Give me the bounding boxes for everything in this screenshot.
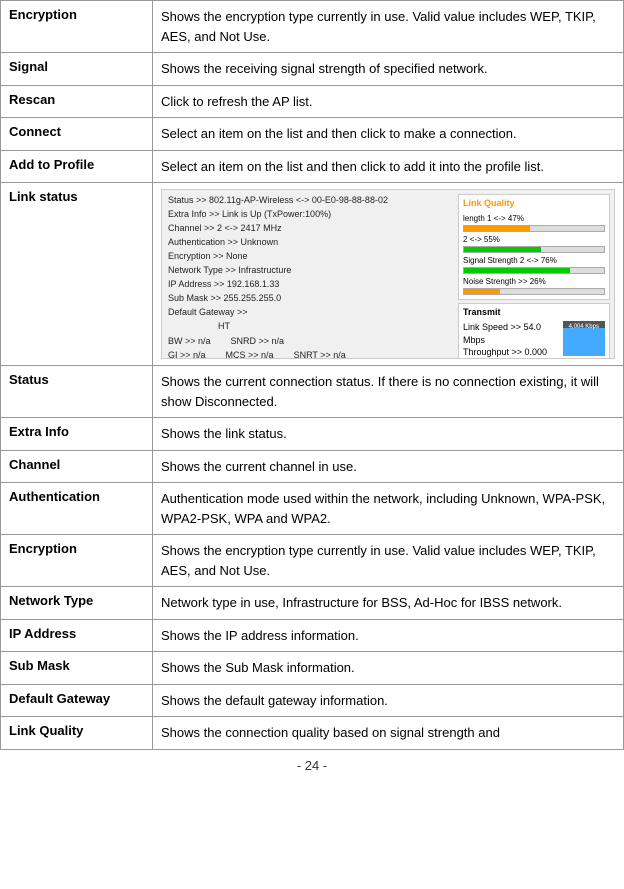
row-label-signal: Signal [1, 53, 153, 86]
page-container: EncryptionShows the encryption type curr… [0, 0, 624, 781]
table-row: Sub MaskShows the Sub Mask information. [1, 652, 624, 685]
table-row: Add to ProfileSelect an item on the list… [1, 150, 624, 183]
table-row: Extra InfoShows the link status. [1, 418, 624, 451]
transmit-box: TransmitLink Speed >> 54.0 MbpsThroughpu… [458, 303, 610, 360]
row-value-sub-mask: Shows the Sub Mask information. [153, 652, 624, 685]
row-value-channel: Shows the current channel in use. [153, 450, 624, 483]
table-row: AuthenticationAuthentication mode used w… [1, 483, 624, 535]
table-row: Default GatewayShows the default gateway… [1, 684, 624, 717]
row-value-network-type: Network type in use, Infrastructure for … [153, 587, 624, 620]
table-row: ChannelShows the current channel in use. [1, 450, 624, 483]
row-label-default-gateway: Default Gateway [1, 684, 153, 717]
row-value-signal: Shows the receiving signal strength of s… [153, 53, 624, 86]
row-value-encryption-top: Shows the encryption type currently in u… [153, 1, 624, 53]
row-label-status: Status [1, 366, 153, 418]
table-row: RescanClick to refresh the AP list. [1, 85, 624, 118]
table-row: ConnectSelect an item on the list and th… [1, 118, 624, 151]
link-quality-box: Link Qualitylength 1 <-> 47%2 <-> 55%Sig… [458, 194, 610, 300]
row-label-ip-address: IP Address [1, 619, 153, 652]
page-footer: - 24 - [0, 750, 624, 781]
row-label-authentication: Authentication [1, 483, 153, 535]
table-row: EncryptionShows the encryption type curr… [1, 1, 624, 53]
link-status-left: Status >> 802.11g-AP-Wireless <-> 00-E0-… [162, 190, 454, 358]
row-label-channel: Channel [1, 450, 153, 483]
row-label-add-to-profile: Add to Profile [1, 150, 153, 183]
content-table: EncryptionShows the encryption type curr… [0, 0, 624, 750]
row-value-authentication: Authentication mode used within the netw… [153, 483, 624, 535]
row-label-sub-mask: Sub Mask [1, 652, 153, 685]
row-value-link-status: Status >> 802.11g-AP-Wireless <-> 00-E0-… [153, 183, 624, 366]
row-label-connect: Connect [1, 118, 153, 151]
row-value-ip-address: Shows the IP address information. [153, 619, 624, 652]
table-row: EncryptionShows the encryption type curr… [1, 535, 624, 587]
row-label-extra-info: Extra Info [1, 418, 153, 451]
row-label-rescan: Rescan [1, 85, 153, 118]
row-value-default-gateway: Shows the default gateway information. [153, 684, 624, 717]
row-value-extra-info: Shows the link status. [153, 418, 624, 451]
row-label-encryption-top: Encryption [1, 1, 153, 53]
row-value-add-to-profile: Select an item on the list and then clic… [153, 150, 624, 183]
link-status-right: Link Qualitylength 1 <-> 47%2 <-> 55%Sig… [454, 190, 614, 358]
row-label-network-type: Network Type [1, 587, 153, 620]
table-row: IP AddressShows the IP address informati… [1, 619, 624, 652]
table-row: Network TypeNetwork type in use, Infrast… [1, 587, 624, 620]
table-row: Link QualityShows the connection quality… [1, 717, 624, 750]
row-value-status: Shows the current connection status. If … [153, 366, 624, 418]
row-label-link-status: Link status [1, 183, 153, 366]
table-row: Link statusStatus >> 802.11g-AP-Wireless… [1, 183, 624, 366]
row-value-link-quality: Shows the connection quality based on si… [153, 717, 624, 750]
table-row: StatusShows the current connection statu… [1, 366, 624, 418]
link-status-image: Status >> 802.11g-AP-Wireless <-> 00-E0-… [161, 189, 615, 359]
row-label-link-quality: Link Quality [1, 717, 153, 750]
row-value-connect: Select an item on the list and then clic… [153, 118, 624, 151]
row-value-encryption: Shows the encryption type currently in u… [153, 535, 624, 587]
row-value-rescan: Click to refresh the AP list. [153, 85, 624, 118]
row-label-encryption: Encryption [1, 535, 153, 587]
table-row: SignalShows the receiving signal strengt… [1, 53, 624, 86]
